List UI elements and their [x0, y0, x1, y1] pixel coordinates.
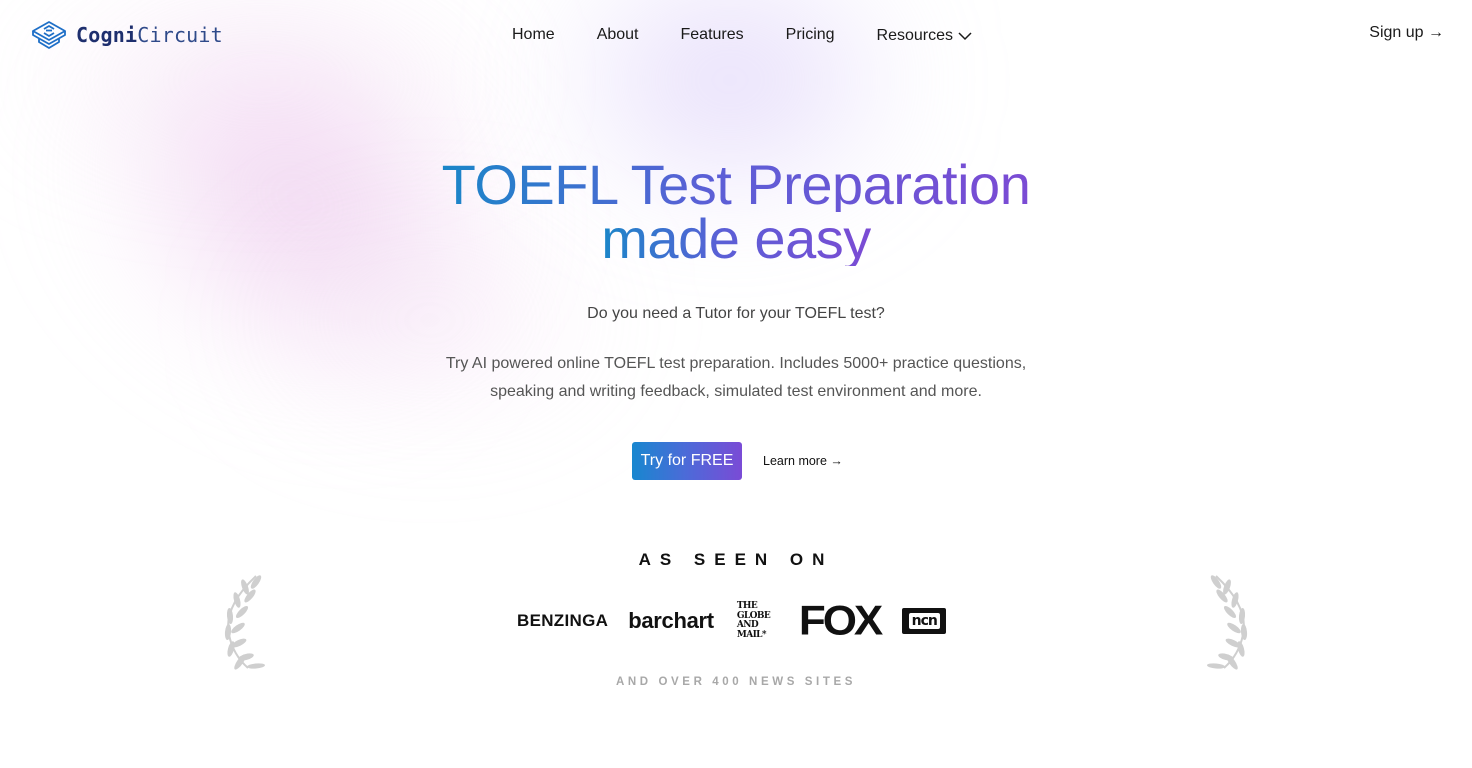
- brand-name-light: Circuit: [137, 23, 223, 47]
- nav-resources[interactable]: Resources: [877, 25, 972, 47]
- cta-row: Try for FREE Learn more →: [632, 442, 843, 480]
- nav-home[interactable]: Home: [512, 24, 555, 46]
- hero-title-line1: TOEFL Test Preparation: [441, 153, 1031, 216]
- hero-title-line2: made easy: [601, 207, 871, 270]
- nav-pricing[interactable]: Pricing: [786, 24, 835, 46]
- try-free-button[interactable]: Try for FREE: [632, 442, 742, 480]
- brand-name: CogniCircuit: [76, 23, 223, 47]
- laurel-left-icon: [224, 575, 265, 670]
- globe-line-4: MAIL*: [736, 629, 767, 640]
- press-logo-benzinga[interactable]: BENZINGA: [517, 611, 608, 631]
- chevron-down-icon: [958, 32, 972, 41]
- globe-line-1: THE: [736, 601, 758, 611]
- ncn-text: ncn: [908, 613, 940, 629]
- globe-line-3: AND: [736, 620, 759, 630]
- hero-subtitle: Do you need a Tutor for your TOEFL test?: [587, 305, 885, 322]
- press-logo-barchart[interactable]: barchart: [628, 608, 714, 634]
- nav-resources-label: Resources: [876, 27, 954, 44]
- main-nav: Home About Features Pricing Resources: [512, 22, 1014, 47]
- hero-description: Try AI powered online TOEFL test prepara…: [445, 355, 1027, 400]
- brand-logo[interactable]: CogniCircuit: [30, 20, 223, 50]
- press-logo-globe-and-mail[interactable]: THE GLOBE AND MAIL*: [736, 601, 777, 640]
- signup-link[interactable]: Sign up →: [1369, 24, 1444, 42]
- circuit-cube-icon: [32, 21, 66, 49]
- press-footer-note: AND OVER 400 NEWS SITES: [615, 676, 856, 688]
- press-logos: BENZINGA barchart THE GLOBE AND MAIL* FO…: [517, 600, 947, 642]
- nav-about[interactable]: About: [597, 24, 639, 46]
- hero-title: TOEFL Test Preparation made easy: [0, 153, 1472, 270]
- press-logo-fox[interactable]: FOX: [799, 600, 883, 642]
- site-header: CogniCircuit Home About Features Pricing…: [0, 0, 1472, 70]
- laurel-right-icon: [1207, 575, 1248, 670]
- nav-features[interactable]: Features: [681, 24, 744, 46]
- press-logo-ncn[interactable]: ncn: [902, 608, 947, 634]
- as-seen-on-heading: AS SEEN ON: [638, 550, 834, 569]
- learn-more-link[interactable]: Learn more →: [763, 454, 843, 468]
- globe-line-2: GLOBE: [736, 610, 771, 621]
- brand-name-bold: Cogni: [76, 23, 138, 47]
